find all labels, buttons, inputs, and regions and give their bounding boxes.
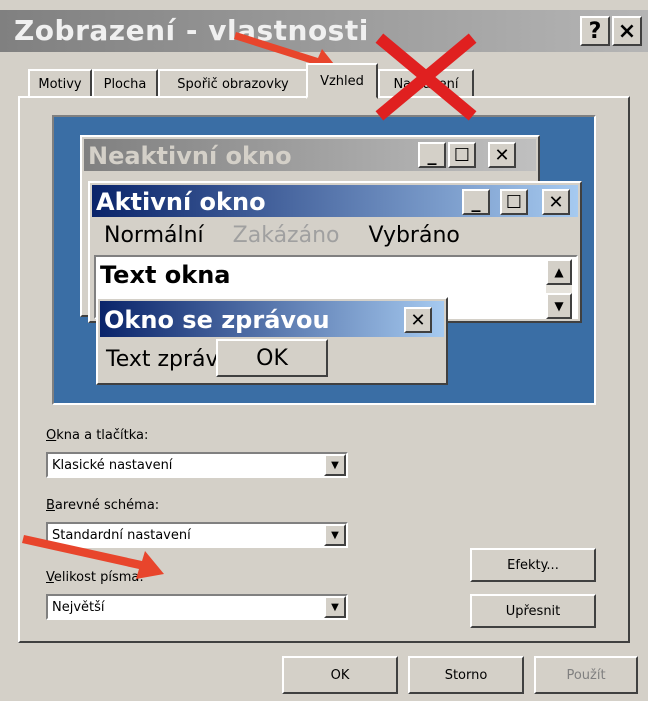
maximize-icon: ☐ (448, 142, 476, 168)
color-scheme-value: Standardní nastavení (52, 527, 191, 543)
chevron-down-icon[interactable]: ▼ (324, 454, 346, 476)
close-icon: × (617, 18, 637, 44)
message-box-preview: Okno se zprávou ✕ Text zprávy OK (96, 297, 448, 385)
effects-button-label: Efekty... (507, 557, 559, 573)
tab-motivy[interactable]: Motivy (28, 69, 92, 97)
scroll-down-icon: ▼ (546, 293, 572, 319)
tab-label: Spořič obrazovky (177, 76, 289, 92)
font-size-value: Největší (52, 599, 105, 615)
tab-label: Motivy (38, 76, 82, 92)
ok-button-label: OK (330, 667, 350, 683)
tab-label: Plocha (103, 76, 147, 92)
menu-normal: Normální (104, 223, 204, 248)
inactive-window-title: Neaktivní okno (88, 142, 292, 170)
minimize-icon: _ (418, 142, 446, 168)
help-button[interactable]: ? (580, 16, 610, 46)
chevron-down-icon[interactable]: ▼ (324, 524, 346, 546)
cancel-button-label: Storno (444, 667, 488, 683)
cancel-button[interactable]: Storno (408, 656, 524, 694)
apply-button-label: Použít (566, 667, 606, 683)
windows-buttons-label: Okna a tlačítka: (46, 428, 149, 443)
font-size-select[interactable]: Největší ▼ (46, 594, 348, 620)
ok-button[interactable]: OK (282, 656, 398, 694)
help-icon: ? (588, 18, 602, 44)
menu-selected: Vybráno (368, 223, 460, 248)
menu-disabled: Zakázáno (232, 223, 340, 248)
windows-buttons-select[interactable]: Klasické nastavení ▼ (46, 452, 348, 478)
tab-label: Vzhled (320, 73, 364, 89)
chevron-down-icon[interactable]: ▼ (324, 596, 346, 618)
advanced-button-label: Upřesnit (505, 603, 561, 619)
minimize-icon: _ (462, 189, 490, 215)
window-text: Text okna (100, 261, 231, 289)
display-properties-dialog: Zobrazení - vlastnosti ? × Motivy Plocha… (0, 0, 648, 701)
close-icon: ✕ (542, 189, 570, 215)
message-ok-label: OK (256, 345, 288, 371)
message-box-title: Okno se zprávou (104, 306, 330, 334)
appearance-preview: Neaktivní okno _ ☐ ✕ Aktivní okno _ ☐ ✕ … (52, 115, 596, 405)
tab-sporic-obrazovky[interactable]: Spořič obrazovky (158, 69, 308, 97)
apply-button[interactable]: Použít (534, 656, 638, 694)
tab-label: Nastavení (393, 76, 459, 92)
close-button[interactable]: × (612, 16, 642, 46)
tab-plocha[interactable]: Plocha (92, 69, 158, 97)
scrollbar-track (546, 285, 572, 293)
effects-button[interactable]: Efekty... (470, 548, 596, 582)
font-size-label: Velikost písma: (46, 570, 144, 585)
maximize-icon: ☐ (500, 189, 528, 215)
color-scheme-label: Barevné schéma: (46, 498, 160, 513)
window-title: Zobrazení - vlastnosti (14, 14, 369, 47)
close-icon: ✕ (488, 142, 516, 168)
scroll-up-icon: ▲ (546, 259, 572, 285)
windows-buttons-value: Klasické nastavení (52, 457, 173, 473)
menu-bar-preview: Normální Zakázáno Vybráno (104, 223, 460, 248)
active-window-title: Aktivní okno (96, 188, 266, 216)
tab-vzhled[interactable]: Vzhled (306, 63, 378, 99)
advanced-button[interactable]: Upřesnit (470, 594, 596, 628)
color-scheme-select[interactable]: Standardní nastavení ▼ (46, 522, 348, 548)
message-text: Text zprávy (106, 347, 232, 372)
close-icon: ✕ (404, 307, 432, 333)
message-ok-button: OK (216, 339, 328, 377)
tab-nastaveni[interactable]: Nastavení (378, 69, 474, 97)
